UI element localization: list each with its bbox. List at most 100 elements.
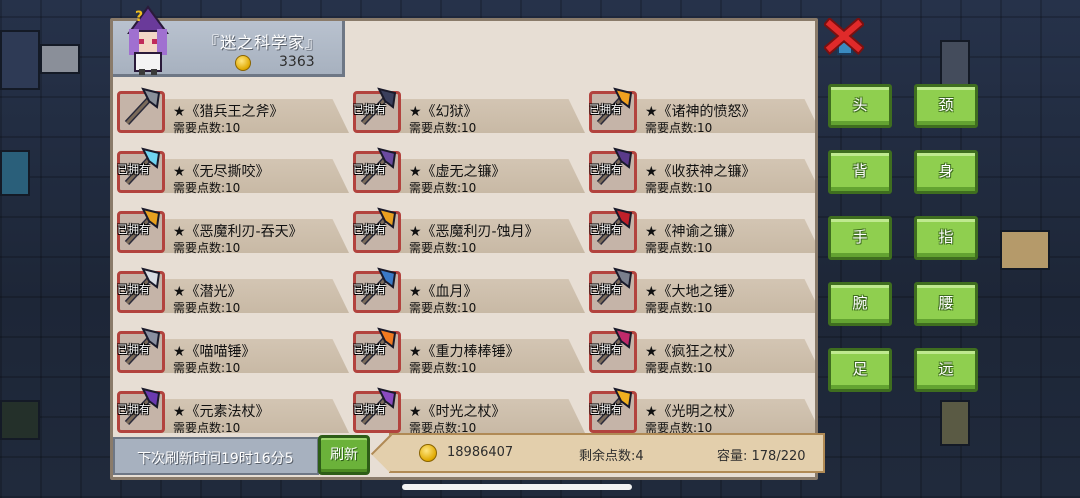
svg-text:?: ? — [135, 9, 143, 25]
shop-item[interactable]: 已拥有 ★《时光之杖》 需要点数:10 — [349, 383, 585, 433]
resource-bar: 18986407 剩余点数:4 容量: 178/220 — [370, 433, 825, 473]
item-name: ★《光明之杖》 — [645, 404, 742, 420]
item-cost: 需要点数:10 — [173, 241, 241, 255]
category-button[interactable]: 头 — [828, 84, 892, 128]
item-name: ★《疯狂之杖》 — [645, 344, 742, 360]
owned-label: 已拥有 — [589, 163, 622, 176]
owned-label: 已拥有 — [353, 223, 386, 236]
shop-item[interactable]: 已拥有 ★《恶魔利刃-吞天》 需要点数:10 — [113, 203, 349, 255]
refresh-timer-text: 下次刷新时间19时16分5 — [137, 451, 294, 467]
shop-item[interactable]: 已拥有 ★《神谕之镰》 需要点数:10 — [585, 203, 815, 255]
refresh-button[interactable]: 刷新 — [318, 435, 370, 475]
shop-item[interactable]: 已拥有 ★《重力棒棒锤》 需要点数:10 — [349, 323, 585, 375]
shop-item[interactable]: 已拥有 ★《喵喵锤》 需要点数:10 — [113, 323, 349, 375]
owned-label: 已拥有 — [353, 163, 386, 176]
category-button[interactable]: 远 — [914, 348, 978, 392]
background-robot — [940, 400, 970, 446]
axe-icon — [124, 87, 161, 126]
item-cost: 需要点数:10 — [173, 361, 241, 375]
item-name: ★《大地之锤》 — [645, 284, 742, 300]
item-cost: 需要点数:10 — [645, 241, 713, 255]
shop-item[interactable]: 已拥有 ★《元素法杖》 需要点数:10 — [113, 383, 349, 433]
shop-item[interactable]: 已拥有 ★《光明之杖》 需要点数:10 — [585, 383, 815, 433]
owned-label: 已拥有 — [117, 223, 150, 236]
category-button[interactable]: 背 — [828, 150, 892, 194]
owned-label: 已拥有 — [589, 223, 622, 236]
shop-panel: ? 『迷之科学家』 3363 ★《猎兵王之斧》 需要点数:10 已拥有 ★《幻狱》 需要… — [110, 5, 825, 480]
item-name: ★《恶魔利刃-蚀月》 — [409, 224, 539, 240]
item-name: ★《重力棒棒锤》 — [409, 344, 520, 360]
inventory-capacity: 容量: 178/220 — [717, 449, 806, 464]
owned-label: 已拥有 — [589, 283, 622, 296]
shop-item[interactable]: 已拥有 ★《诸神的愤怒》 需要点数:10 — [585, 83, 815, 135]
shop-item[interactable]: ★《猎兵王之斧》 需要点数:10 — [113, 83, 349, 135]
item-name: ★《无尽撕咬》 — [173, 164, 270, 180]
shop-item[interactable]: 已拥有 ★《无尽撕咬》 需要点数:10 — [113, 143, 349, 195]
item-name: ★《潜光》 — [173, 284, 242, 300]
resource-bar-notch — [370, 433, 410, 473]
owned-label: 已拥有 — [117, 403, 150, 416]
item-cost: 需要点数:10 — [173, 121, 241, 135]
item-name: ★《血月》 — [409, 284, 478, 300]
shop-item[interactable]: 已拥有 ★《疯狂之杖》 需要点数:10 — [585, 323, 815, 375]
item-name: ★《神谕之镰》 — [645, 224, 742, 240]
item-grid[interactable]: ★《猎兵王之斧》 需要点数:10 已拥有 ★《幻狱》 需要点数:10 已拥有 ★《诸神的愤怒… — [113, 83, 815, 433]
item-cost: 需要点数:10 — [173, 421, 241, 433]
category-button[interactable]: 身 — [914, 150, 978, 194]
background-machine — [940, 40, 970, 90]
shop-item[interactable]: 已拥有 ★《大地之锤》 需要点数:10 — [585, 263, 815, 315]
item-name: ★《猎兵王之斧》 — [173, 104, 284, 120]
background-wall — [0, 30, 40, 90]
shop-item[interactable]: 已拥有 ★《潜光》 需要点数:10 — [113, 263, 349, 315]
shop-item[interactable]: 已拥有 ★《收获神之镰》 需要点数:10 — [585, 143, 815, 195]
background-device — [40, 44, 80, 74]
owned-label: 已拥有 — [117, 163, 150, 176]
category-button[interactable]: 指 — [914, 216, 978, 260]
item-cost: 需要点数:10 — [645, 361, 713, 375]
owned-label: 已拥有 — [353, 343, 386, 356]
owned-label: 已拥有 — [353, 103, 386, 116]
item-cost: 需要点数:10 — [173, 181, 241, 195]
owned-label: 已拥有 — [117, 283, 150, 296]
shop-item[interactable]: 已拥有 ★《虚无之镰》 需要点数:10 — [349, 143, 585, 195]
item-name: ★《时光之杖》 — [409, 404, 506, 420]
home-indicator[interactable] — [402, 484, 632, 490]
owned-label: 已拥有 — [353, 283, 386, 296]
item-cost: 需要点数:10 — [645, 301, 713, 315]
item-cost: 需要点数:10 — [409, 361, 477, 375]
coin-icon — [235, 55, 251, 71]
shop-item[interactable]: 已拥有 ★《恶魔利刃-蚀月》 需要点数:10 — [349, 203, 585, 255]
refresh-timer-box: 下次刷新时间19时16分5 — [113, 437, 319, 475]
shop-item[interactable]: 已拥有 ★《幻狱》 需要点数:10 — [349, 83, 585, 135]
owned-label: 已拥有 — [589, 343, 622, 356]
item-cost: 需要点数:10 — [409, 301, 477, 315]
shop-item[interactable]: 已拥有 ★《血月》 需要点数:10 — [349, 263, 585, 315]
shop-coin-count: 3363 — [279, 54, 315, 70]
category-button[interactable]: 腰 — [914, 282, 978, 326]
category-button[interactable]: 手 — [828, 216, 892, 260]
background-crate — [1000, 230, 1050, 270]
scientist-avatar-icon: ? — [127, 5, 169, 75]
points-remaining: 剩余点数:4 — [579, 449, 644, 464]
category-button[interactable]: 足 — [828, 348, 892, 392]
item-cost: 需要点数:10 — [645, 421, 713, 433]
category-button[interactable]: 颈 — [914, 84, 978, 128]
gold-coin-icon — [419, 444, 437, 462]
item-name: ★《诸神的愤怒》 — [645, 104, 756, 120]
item-name: ★《喵喵锤》 — [173, 344, 256, 360]
category-button[interactable]: 腕 — [828, 282, 892, 326]
item-cost: 需要点数:10 — [173, 301, 241, 315]
item-name: ★《幻狱》 — [409, 104, 478, 120]
gold-amount: 18986407 — [447, 445, 514, 460]
background-bed — [0, 150, 30, 196]
item-cost: 需要点数:10 — [409, 121, 477, 135]
owned-label: 已拥有 — [353, 403, 386, 416]
item-cost: 需要点数:10 — [409, 181, 477, 195]
item-cost: 需要点数:10 — [409, 421, 477, 433]
item-cost: 需要点数:10 — [645, 121, 713, 135]
item-cost: 需要点数:10 — [409, 241, 477, 255]
shop-header: ? 『迷之科学家』 3363 — [113, 5, 345, 77]
close-icon[interactable] — [824, 18, 864, 58]
item-name: ★《元素法杖》 — [173, 404, 270, 420]
item-name: ★《恶魔利刃-吞天》 — [173, 224, 303, 240]
